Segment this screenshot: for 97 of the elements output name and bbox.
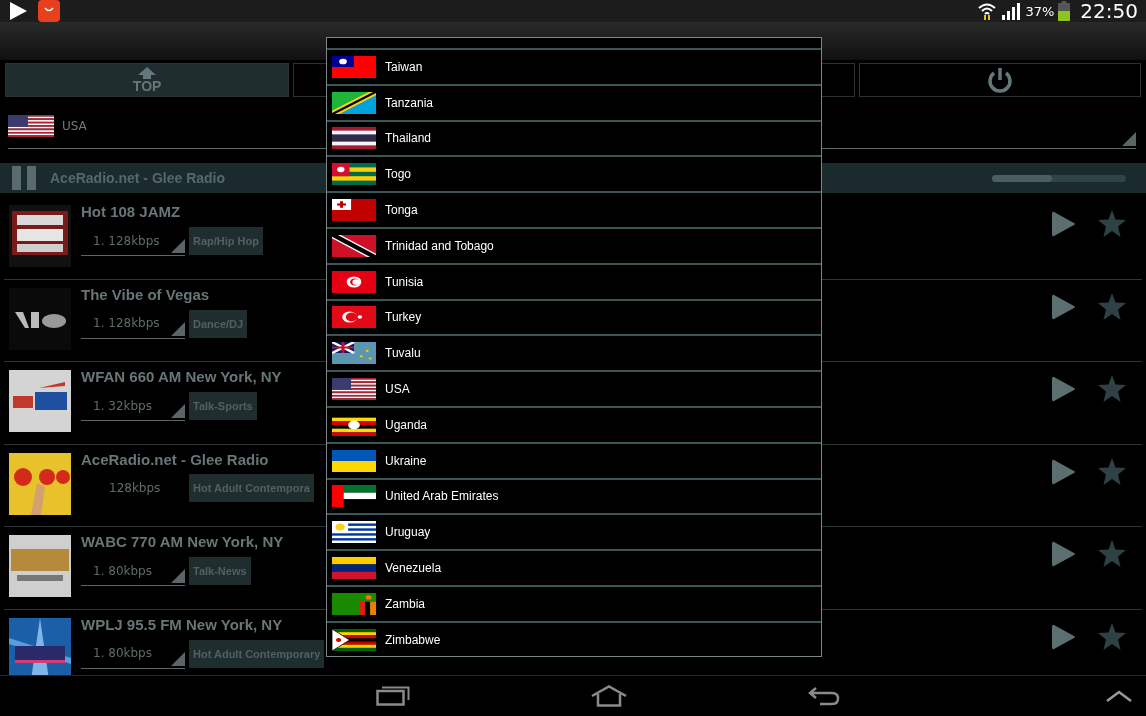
flag-icon (332, 485, 376, 508)
flag-icon (332, 270, 376, 293)
country-name: Ukraine (385, 453, 427, 468)
play-icon[interactable] (1052, 293, 1076, 320)
station-name: WPLJ 95.5 FM New York, NY (81, 615, 283, 633)
country-item[interactable]: Tonga (327, 193, 821, 229)
arrow-up-icon (138, 67, 157, 79)
country-name: Taiwan (385, 59, 423, 74)
flag-icon (332, 199, 376, 222)
dropdown-corner-icon (171, 404, 185, 418)
flag-icon (332, 378, 376, 401)
flag-icon (332, 55, 376, 78)
star-icon[interactable] (1098, 210, 1126, 237)
flag-icon (332, 628, 376, 651)
country-item[interactable]: Tunisia (327, 264, 821, 301)
clock: 22:50 (1080, 0, 1138, 23)
flag-icon (332, 521, 376, 544)
country-name: Turkey (385, 310, 422, 325)
battery-percent: 37% (1025, 3, 1055, 19)
country-name: Zimbabwe (385, 632, 441, 647)
home-icon[interactable] (590, 685, 628, 707)
star-icon[interactable] (1098, 457, 1126, 485)
country-name: Zambia (385, 596, 425, 611)
flag-icon (332, 234, 376, 257)
dropdown-corner-icon (1122, 132, 1136, 146)
country-item[interactable]: Zimbabwe (327, 622, 821, 656)
play-icon[interactable] (1052, 376, 1076, 402)
country-name: Uganda (385, 417, 428, 432)
bitrate-dropdown[interactable]: 1. 80kbps (81, 556, 185, 586)
bitrate-dropdown[interactable]: 1. 128kbps (81, 226, 185, 256)
station-name: WABC 770 AM New York, NY (81, 533, 284, 550)
flag-icon (332, 342, 376, 365)
country-value: USA (62, 119, 87, 133)
pause-icon[interactable] (12, 166, 38, 190)
country-name: United Arab Emirates (385, 489, 499, 504)
country-item[interactable]: Uganda (327, 407, 821, 444)
flag-icon (332, 91, 376, 114)
wifi-icon (977, 2, 998, 20)
flag-icon (332, 127, 376, 150)
country-item[interactable]: Taiwan (327, 50, 821, 86)
battery-icon (1058, 1, 1071, 21)
country-item[interactable]: Uruguay (327, 515, 821, 552)
country-name: USA (385, 382, 410, 397)
now-playing-title: AceRadio.net - Glee Radio (50, 170, 226, 186)
star-icon[interactable] (1098, 375, 1126, 402)
play-icon[interactable] (1052, 623, 1076, 650)
dropdown-corner-icon (171, 239, 185, 253)
bitrate-label: 128kbps (108, 480, 162, 495)
country-name: Venezuela (385, 561, 442, 576)
station-name: AceRadio.net - Glee Radio (81, 450, 269, 468)
star-icon[interactable] (1098, 540, 1126, 567)
recent-apps-icon[interactable] (376, 686, 410, 706)
play-icon[interactable] (1052, 211, 1076, 237)
country-item[interactable]: United Arab Emirates (327, 479, 821, 516)
progress-bar[interactable] (992, 174, 1126, 182)
country-name: Uruguay (385, 525, 431, 540)
flag-icon (332, 557, 376, 580)
flag-icon (8, 115, 54, 137)
back-icon[interactable] (808, 686, 840, 706)
country-item[interactable]: Turkey (327, 300, 821, 337)
country-item[interactable]: Thailand (327, 121, 821, 158)
country-name: Thailand (385, 131, 432, 146)
country-item[interactable]: Ukraine (327, 443, 821, 480)
country-item[interactable]: Tuvalu (327, 336, 821, 373)
play-icon[interactable] (1052, 458, 1076, 485)
star-icon[interactable] (1098, 292, 1126, 320)
country-item[interactable]: Zambia (327, 586, 821, 623)
country-name: Tonga (385, 203, 418, 218)
country-item[interactable]: USA (327, 372, 821, 408)
bitrate-dropdown[interactable]: 1. 32kbps (81, 391, 185, 421)
country-item[interactable]: Venezuela (327, 551, 821, 587)
signal-icon (1001, 2, 1022, 20)
country-name: Tanzania (385, 95, 434, 110)
country-item[interactable]: Togo (327, 157, 821, 194)
flag-icon (332, 449, 376, 472)
country-name: Tuvalu (385, 346, 421, 361)
caret-up-icon[interactable] (1106, 690, 1132, 702)
flag-icon (332, 163, 376, 186)
country-name: Tunisia (385, 274, 424, 289)
shopping-bag-icon (38, 0, 60, 22)
bitrate-dropdown[interactable]: 1. 128kbps (81, 308, 185, 339)
dropdown-corner-icon (171, 321, 185, 336)
country-name: Trinidad and Tobago (385, 238, 494, 253)
station-name: The Vibe of Vegas (81, 285, 210, 303)
power-button[interactable] (858, 63, 1141, 97)
country-item[interactable]: Trinidad and Tobago (327, 229, 821, 265)
dropdown-corner-icon (171, 651, 185, 666)
country-item[interactable]: Tanzania (327, 85, 821, 122)
bitrate-dropdown[interactable]: 1. 80kbps (81, 638, 185, 669)
station-name: Hot 108 JAMZ (81, 203, 181, 220)
star-icon[interactable] (1098, 622, 1126, 650)
play-icon[interactable] (1052, 541, 1076, 567)
station-name: WFAN 660 AM New York, NY (81, 368, 282, 385)
flag-icon (332, 306, 376, 329)
flag-icon (332, 592, 376, 615)
dropdown-corner-icon (171, 569, 185, 583)
country-name: Togo (385, 167, 412, 182)
